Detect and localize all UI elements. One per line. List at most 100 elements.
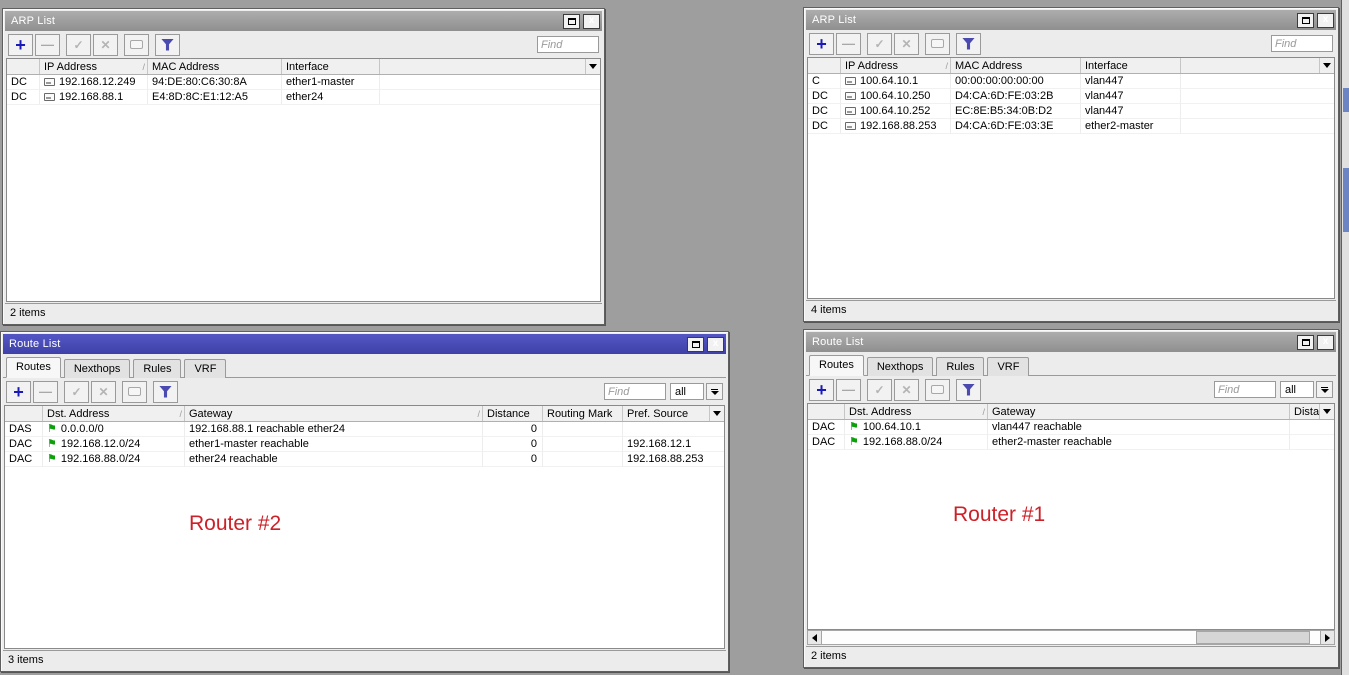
column-select-button[interactable] <box>585 59 600 74</box>
maximize-button[interactable] <box>1297 12 1314 28</box>
arp-row[interactable]: DC 192.168.12.249 94:DE:80:C6:30:8A ethe… <box>7 75 600 90</box>
arp-entry-icon <box>44 93 55 101</box>
disable-button[interactable]: ✕ <box>894 32 919 55</box>
comment-button[interactable] <box>124 33 149 56</box>
filter-button[interactable] <box>155 33 180 56</box>
column-dst-address[interactable]: Dst. Address / <box>43 406 185 421</box>
column-pref-source[interactable]: Pref. Source <box>623 406 709 421</box>
add-button[interactable]: + <box>809 32 834 55</box>
arp-row[interactable]: DC 100.64.10.250 D4:CA:6D:FE:03:2B vlan4… <box>808 89 1334 104</box>
scrollbar-thumb[interactable] <box>1195 631 1311 644</box>
comment-button[interactable] <box>925 32 950 55</box>
cross-icon: ✕ <box>901 36 912 51</box>
column-select-button[interactable] <box>1319 58 1334 73</box>
filter-scope-select[interactable]: all <box>1280 381 1314 398</box>
arp-row[interactable]: DC 192.168.88.253 D4:CA:6D:FE:03:3E ethe… <box>808 119 1334 134</box>
filter-button[interactable] <box>153 380 178 403</box>
column-select-button[interactable] <box>1319 404 1334 419</box>
route-row[interactable]: DAC ⚑ 192.168.88.0/24 ether2-master reach… <box>808 435 1334 450</box>
maximize-button[interactable] <box>1297 334 1314 350</box>
add-button[interactable]: + <box>6 380 31 403</box>
remove-button[interactable]: — <box>836 32 861 55</box>
title-bar[interactable]: ARP List x <box>5 11 602 31</box>
disable-button[interactable]: ✕ <box>894 378 919 401</box>
title-bar[interactable]: Route List x <box>3 334 726 354</box>
tab-nexthops[interactable]: Nexthops <box>63 359 131 378</box>
column-mac-address[interactable]: MAC Address <box>148 59 282 74</box>
column-flags[interactable] <box>808 58 841 73</box>
tab-nexthops[interactable]: Nexthops <box>866 357 934 376</box>
column-dst-address[interactable]: Dst. Address / <box>845 404 988 419</box>
tab-rules[interactable]: Rules <box>133 359 182 378</box>
close-button[interactable]: x <box>583 13 600 29</box>
add-button[interactable]: + <box>809 378 834 401</box>
filter-button[interactable] <box>956 378 981 401</box>
comment-button[interactable] <box>122 380 147 403</box>
filter-scope-dropdown-button[interactable] <box>1316 381 1333 398</box>
disable-button[interactable]: ✕ <box>93 33 118 56</box>
route-row[interactable]: DAC ⚑ 100.64.10.1 vlan447 reachable <box>808 420 1334 435</box>
close-button[interactable]: x <box>1317 334 1334 350</box>
triangle-right-icon <box>1325 633 1330 642</box>
column-flags[interactable] <box>7 59 40 74</box>
column-interface[interactable]: Interface <box>282 59 380 74</box>
filter-scope-select[interactable]: all <box>670 383 704 400</box>
enable-button[interactable]: ✓ <box>66 33 91 56</box>
window-title: ARP List <box>812 14 857 26</box>
route-flag-icon: ⚑ <box>47 452 57 465</box>
column-distance[interactable]: Distanc <box>1290 404 1319 419</box>
arp-row[interactable]: DC 192.168.88.1 E4:8D:8C:E1:12:A5 ether2… <box>7 90 600 105</box>
column-ip-address[interactable]: IP Address / <box>841 58 951 73</box>
add-button[interactable]: + <box>8 33 33 56</box>
maximize-button[interactable] <box>687 336 704 352</box>
column-ip-address[interactable]: IP Address / <box>40 59 148 74</box>
column-gateway[interactable]: Gateway <box>988 404 1290 419</box>
column-routing-mark[interactable]: Routing Mark <box>543 406 623 421</box>
find-input[interactable] <box>537 36 599 53</box>
enable-button[interactable]: ✓ <box>867 32 892 55</box>
tab-routes[interactable]: Routes <box>6 357 61 378</box>
remove-button[interactable]: — <box>33 380 58 403</box>
tab-routes[interactable]: Routes <box>809 355 864 376</box>
plus-icon: + <box>816 33 827 54</box>
close-button[interactable]: x <box>1317 12 1334 28</box>
column-flags[interactable] <box>5 406 43 421</box>
ip-cell: 192.168.88.253 <box>841 119 951 134</box>
disable-button[interactable]: ✕ <box>91 380 116 403</box>
title-bar[interactable]: ARP List x <box>806 10 1336 30</box>
route-row[interactable]: DAC ⚑ 192.168.88.0/24 ether24 reachable 0… <box>5 452 724 467</box>
close-button[interactable]: x <box>707 336 724 352</box>
arp-row[interactable]: C 100.64.10.1 00:00:00:00:00:00 vlan447 <box>808 74 1334 89</box>
enable-button[interactable]: ✓ <box>64 380 89 403</box>
minus-icon: — <box>41 37 54 52</box>
maximize-button[interactable] <box>563 13 580 29</box>
tab-vrf[interactable]: VRF <box>987 357 1030 376</box>
find-input[interactable] <box>1214 381 1276 398</box>
column-select-button[interactable] <box>709 406 724 421</box>
find-input[interactable] <box>604 383 666 400</box>
scroll-right-button[interactable] <box>1320 631 1334 644</box>
horizontal-scrollbar[interactable] <box>807 630 1335 645</box>
title-bar[interactable]: Route List x <box>806 332 1336 352</box>
tab-vrf[interactable]: VRF <box>184 359 227 378</box>
comment-button[interactable] <box>925 378 950 401</box>
filter-button[interactable] <box>956 32 981 55</box>
column-distance[interactable]: Distance <box>483 406 543 421</box>
route-row[interactable]: DAS ⚑ 0.0.0.0/0 192.168.88.1 reachable et… <box>5 422 724 437</box>
column-flags[interactable] <box>808 404 845 419</box>
route-row[interactable]: DAC ⚑ 192.168.12.0/24 ether1-master reach… <box>5 437 724 452</box>
tab-rules[interactable]: Rules <box>936 357 985 376</box>
arp-row[interactable]: DC 100.64.10.252 EC:8E:B5:34:0B:D2 vlan4… <box>808 104 1334 119</box>
column-interface[interactable]: Interface <box>1081 58 1181 73</box>
pref-source-cell <box>623 422 724 437</box>
filter-scope-dropdown-button[interactable] <box>706 383 723 400</box>
find-input[interactable] <box>1271 35 1333 52</box>
column-mac-address[interactable]: MAC Address <box>951 58 1081 73</box>
scrollbar-track[interactable] <box>822 631 1320 644</box>
routing-mark-cell <box>543 437 623 452</box>
remove-button[interactable]: — <box>35 33 60 56</box>
column-gateway[interactable]: Gateway / <box>185 406 483 421</box>
remove-button[interactable]: — <box>836 378 861 401</box>
enable-button[interactable]: ✓ <box>867 378 892 401</box>
scroll-left-button[interactable] <box>808 631 822 644</box>
